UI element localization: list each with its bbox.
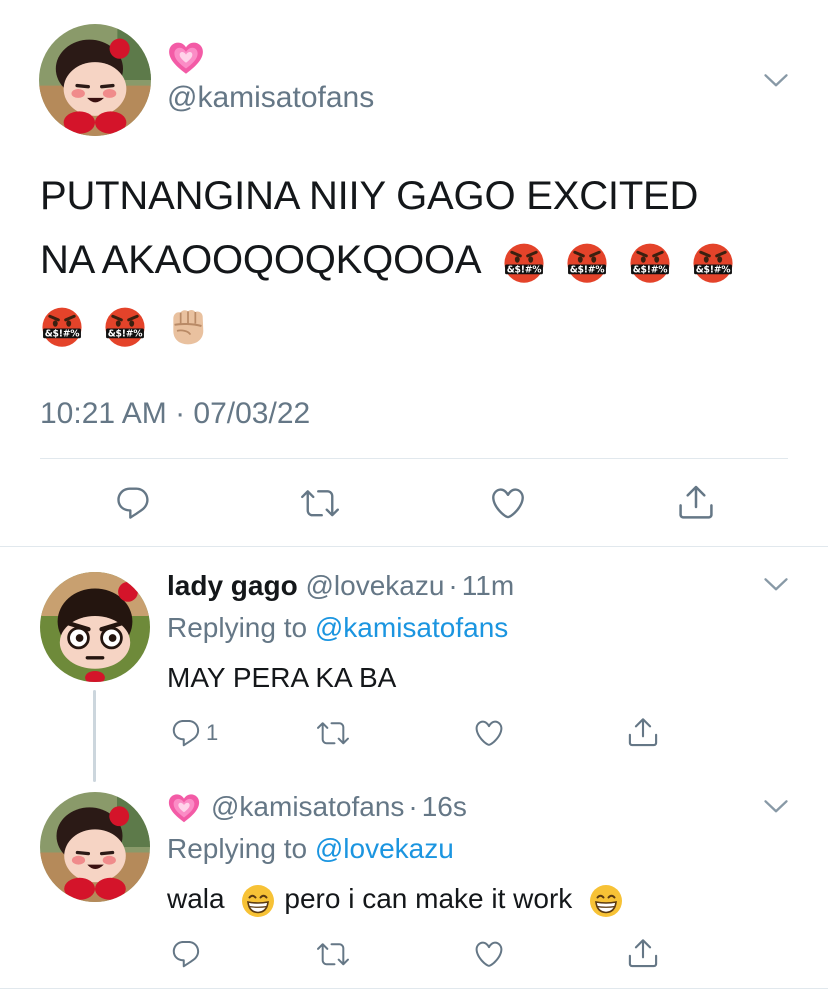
avatar-kamisatofans[interactable] — [39, 24, 151, 136]
replying-to-link[interactable]: @kamisatofans — [315, 612, 508, 643]
reply-icon — [170, 717, 202, 749]
cursing-face-emoji — [565, 240, 609, 284]
sparkling-heart-emoji — [167, 792, 201, 826]
cursing-face-emoji — [502, 240, 546, 284]
chevron-down-icon[interactable] — [762, 66, 790, 94]
share-button[interactable] — [626, 715, 660, 749]
share-button[interactable] — [676, 482, 716, 522]
cursing-face-emoji — [103, 304, 147, 348]
reply-2-handle[interactable]: @kamisatofans — [211, 791, 404, 822]
divider — [40, 458, 788, 459]
sparkling-heart-emoji — [167, 40, 205, 78]
reply-icon — [114, 484, 152, 522]
main-tweet-line-2-text: NA AKAOOQOQKQOOA — [40, 238, 480, 282]
reply-1-header: lady gago @lovekazu · 11m — [167, 569, 514, 603]
retweet-icon — [316, 938, 350, 970]
like-button[interactable] — [472, 717, 506, 749]
retweet-button[interactable] — [300, 484, 340, 522]
share-icon — [676, 482, 716, 522]
separator: · — [408, 791, 418, 822]
bottom-divider — [0, 988, 828, 989]
share-button[interactable] — [626, 936, 660, 970]
reply-count: 1 — [206, 720, 219, 745]
reply-2-text-part-2: pero i can make it work — [284, 883, 573, 914]
reply-1-handle[interactable]: @lovekazu — [305, 570, 444, 601]
separator: · — [448, 570, 458, 601]
main-tweet-text: PUTNANGINA NIIY GAGO EXCITED NA AKAOOQOQ… — [40, 164, 800, 356]
avatar-lovekazu[interactable] — [40, 572, 150, 682]
cursing-face-emoji — [691, 240, 735, 284]
replying-to-label: Replying to — [167, 833, 308, 864]
reply-2-header: @kamisatofans · 16s — [167, 790, 467, 826]
share-icon — [626, 715, 660, 749]
heart-icon — [488, 484, 528, 522]
reply-2-replying-to: Replying to @lovekazu — [167, 832, 454, 866]
section-divider — [0, 546, 828, 547]
avatar-kamisatofans[interactable] — [40, 792, 150, 902]
reply-2-text-part-1: wala — [167, 883, 225, 914]
thread-line — [93, 690, 96, 782]
grinning-face-emoji — [240, 883, 276, 919]
reply-1-time[interactable]: 11m — [462, 570, 514, 601]
reply-2-time[interactable]: 16s — [422, 791, 467, 822]
reply-icon — [170, 938, 202, 970]
chevron-down-icon[interactable] — [762, 570, 790, 598]
reply-2-text: wala pero i can make it work — [167, 882, 624, 919]
retweet-button[interactable] — [316, 717, 350, 749]
share-icon — [626, 936, 660, 970]
heart-icon — [472, 717, 506, 749]
fist-emoji — [166, 304, 210, 348]
main-tweet-timestamp[interactable]: 10:21 AM · 07/03/22 — [40, 396, 310, 432]
heart-icon — [472, 938, 506, 970]
reply-button[interactable]: 1 — [170, 717, 218, 749]
reply-1-name[interactable]: lady gago — [167, 570, 298, 601]
like-button[interactable] — [472, 938, 506, 970]
main-tweet-line-1: PUTNANGINA NIIY GAGO EXCITED — [40, 174, 699, 218]
cursing-face-emoji — [40, 304, 84, 348]
like-button[interactable] — [488, 484, 528, 522]
cursing-face-emoji — [628, 240, 672, 284]
main-tweet-handle[interactable]: @kamisatofans — [167, 80, 374, 116]
grinning-face-emoji — [588, 883, 624, 919]
chevron-down-icon[interactable] — [762, 792, 790, 820]
main-tweet-line-2: NA AKAOOQOQKQOOA — [40, 228, 800, 292]
replying-to-label: Replying to — [167, 612, 308, 643]
retweet-button[interactable] — [316, 938, 350, 970]
reply-button[interactable] — [114, 484, 152, 522]
retweet-icon — [300, 484, 340, 522]
replying-to-link[interactable]: @lovekazu — [315, 833, 454, 864]
reply-button[interactable] — [170, 938, 202, 970]
main-tweet-line-3 — [40, 292, 800, 356]
reply-1-replying-to: Replying to @kamisatofans — [167, 611, 508, 645]
reply-1-text: MAY PERA KA BA — [167, 662, 397, 693]
retweet-icon — [316, 717, 350, 749]
